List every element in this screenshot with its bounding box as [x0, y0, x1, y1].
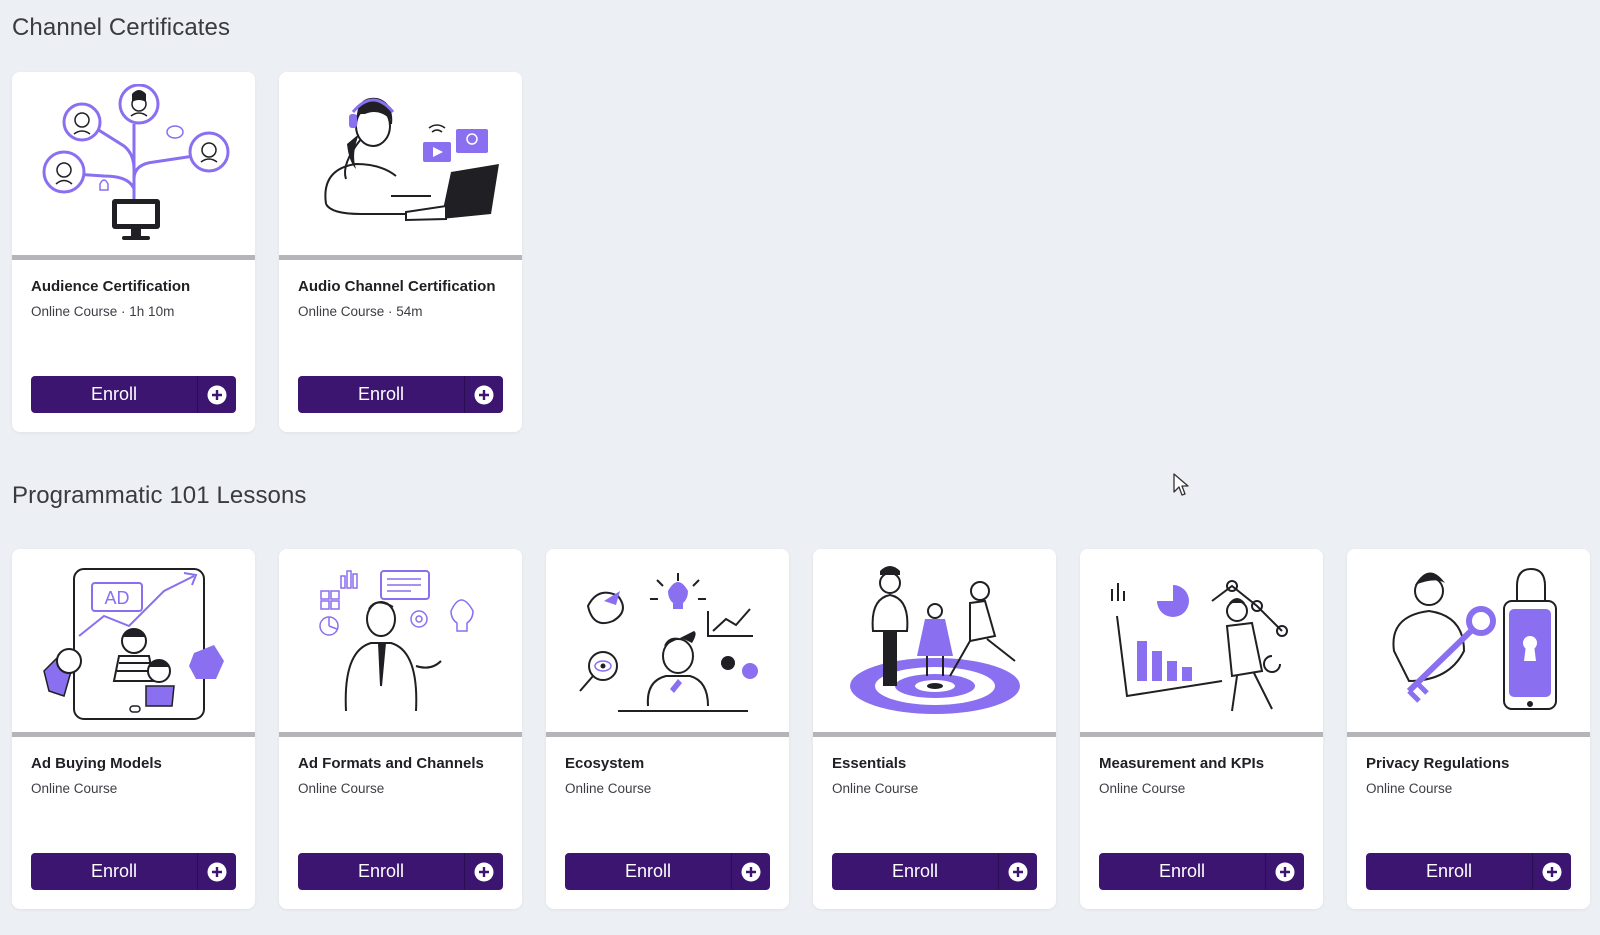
course-title[interactable]: Ecosystem — [565, 755, 644, 772]
enroll-button[interactable]: Enroll — [31, 376, 236, 413]
course-progress-bar — [279, 732, 522, 737]
plus-circle-icon — [999, 853, 1037, 890]
target-people-illustration — [813, 549, 1056, 732]
enroll-label: Enroll — [90, 861, 138, 881]
enroll-button[interactable]: Enroll — [565, 853, 770, 890]
ad-tablet-illustration: AD — [12, 549, 255, 732]
section-title-programmatic-101-lessons: Programmatic 101 Lessons — [12, 482, 307, 509]
course-card-privacy-regulations[interactable]: Privacy Regulations Online Course Enroll — [1347, 549, 1590, 909]
enroll-button[interactable]: Enroll — [1099, 853, 1304, 890]
enroll-button[interactable]: Enroll — [832, 853, 1037, 890]
course-progress-bar — [12, 732, 255, 737]
enroll-button[interactable]: Enroll — [298, 853, 503, 890]
course-meta: Online Course — [31, 781, 118, 796]
course-card-ecosystem[interactable]: Ecosystem Online Course Enroll — [546, 549, 789, 909]
plus-circle-icon — [465, 853, 503, 890]
audience-network-illustration — [12, 72, 255, 255]
course-meta: Online Course — [1099, 781, 1186, 796]
mouse-pointer-icon — [1172, 472, 1190, 503]
course-card-audio-channel-certification[interactable]: Audio Channel Certification Online Cours… — [279, 72, 522, 432]
course-progress-bar — [1080, 732, 1323, 737]
enroll-button[interactable]: Enroll — [298, 376, 503, 413]
thinking-person-illustration — [546, 549, 789, 732]
course-title[interactable]: Privacy Regulations — [1366, 755, 1509, 772]
course-progress-bar — [12, 255, 255, 260]
charts-analyst-illustration — [1080, 549, 1323, 732]
plus-circle-icon — [198, 853, 236, 890]
course-title[interactable]: Ad Formats and Channels — [298, 755, 484, 772]
course-progress-bar — [546, 732, 789, 737]
plus-circle-icon — [465, 376, 503, 413]
key-lock-phone-illustration — [1347, 549, 1590, 732]
course-meta: Online Course — [832, 781, 919, 796]
plus-circle-icon — [198, 376, 236, 413]
course-title[interactable]: Audience Certification — [31, 278, 190, 295]
course-title[interactable]: Essentials — [832, 755, 906, 772]
course-progress-bar — [1347, 732, 1590, 737]
businessman-ideas-illustration — [279, 549, 522, 732]
course-progress-bar — [279, 255, 522, 260]
course-meta: Online Course · 54m — [298, 304, 423, 319]
course-title[interactable]: Audio Channel Certification — [298, 278, 496, 295]
enroll-label: Enroll — [357, 861, 405, 881]
enroll-label: Enroll — [357, 384, 405, 404]
enroll-label: Enroll — [1425, 861, 1473, 881]
course-meta: Online Course — [298, 781, 385, 796]
course-meta: Online Course — [1366, 781, 1453, 796]
plus-circle-icon — [1533, 853, 1571, 890]
enroll-button[interactable]: Enroll — [31, 853, 236, 890]
course-card-measurement-and-kpis[interactable]: Measurement and KPIs Online Course Enrol… — [1080, 549, 1323, 909]
enroll-label: Enroll — [891, 861, 939, 881]
course-progress-bar — [813, 732, 1056, 737]
course-meta: Online Course — [565, 781, 652, 796]
course-card-audience-certification[interactable]: Audience Certification Online Course · 1… — [12, 72, 255, 432]
course-title[interactable]: Ad Buying Models — [31, 755, 162, 772]
plus-circle-icon — [732, 853, 770, 890]
programmatic-101-grid: AD Ad Buying Models Online Course Enroll — [12, 549, 1590, 909]
enroll-label: Enroll — [90, 384, 138, 404]
course-card-ad-buying-models[interactable]: AD Ad Buying Models Online Course Enroll — [12, 549, 255, 909]
enroll-button[interactable]: Enroll — [1366, 853, 1571, 890]
enroll-label: Enroll — [624, 861, 672, 881]
course-title[interactable]: Measurement and KPIs — [1099, 755, 1264, 772]
course-meta: Online Course · 1h 10m — [31, 304, 175, 319]
channel-certificates-grid: Audience Certification Online Course · 1… — [12, 72, 522, 432]
enroll-label: Enroll — [1158, 861, 1206, 881]
course-card-essentials[interactable]: Essentials Online Course Enroll — [813, 549, 1056, 909]
course-card-ad-formats-and-channels[interactable]: Ad Formats and Channels Online Course En… — [279, 549, 522, 909]
plus-circle-icon — [1266, 853, 1304, 890]
ad-text: AD — [104, 588, 129, 608]
audio-headset-laptop-illustration — [279, 72, 522, 255]
section-title-channel-certificates: Channel Certificates — [12, 14, 231, 41]
